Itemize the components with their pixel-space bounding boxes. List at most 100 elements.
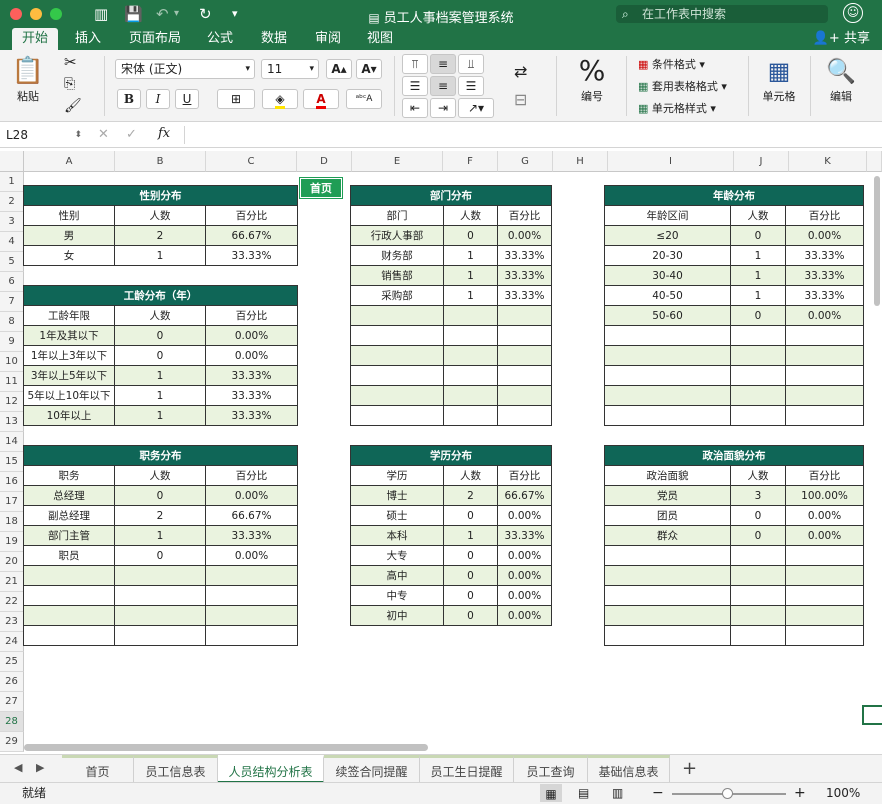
table-cell[interactable]: 100.00% [784, 485, 865, 506]
align-left-icon[interactable]: ☰ [402, 76, 428, 96]
table-cell[interactable] [730, 345, 786, 366]
table-cell[interactable]: 5年以上10年以下 [23, 385, 115, 406]
column-header-cell[interactable]: 人数 [443, 465, 498, 486]
table-cell[interactable]: 0.00% [204, 545, 299, 566]
table-cell[interactable] [604, 565, 731, 586]
column-header[interactable]: J [734, 151, 789, 172]
tab-insert[interactable]: 插入 [70, 28, 106, 50]
tab-view[interactable]: 视图 [362, 28, 398, 50]
table-cell[interactable]: 0.00% [784, 305, 865, 326]
table-cell[interactable] [784, 625, 865, 646]
align-right-icon[interactable]: ☰ [458, 76, 484, 96]
table-cell[interactable] [604, 345, 731, 366]
sheet-tab-home[interactable]: 首页 [62, 755, 134, 783]
column-header-cell[interactable]: 职务 [23, 465, 115, 486]
row-header[interactable]: 26 [0, 672, 24, 692]
row-header[interactable]: 4 [0, 232, 24, 252]
column-header-cell[interactable]: 部门 [350, 205, 444, 226]
column-header[interactable]: E [352, 151, 443, 172]
row-header[interactable]: 27 [0, 692, 24, 712]
vertical-scrollbar[interactable] [874, 176, 880, 306]
table-cell[interactable]: 1 [114, 245, 206, 266]
table-cell[interactable]: 0.00% [496, 585, 553, 606]
table-cell[interactable]: 0 [114, 545, 206, 566]
share-button[interactable]: 👤+ 共享 [813, 28, 870, 49]
prev-sheet-icon[interactable]: ◀ [14, 761, 22, 774]
font-size-select[interactable]: 11 ▾ [261, 59, 319, 79]
table-cell[interactable] [443, 305, 498, 326]
table-cell[interactable]: 66.67% [204, 505, 299, 526]
tab-data[interactable]: 数据 [256, 28, 292, 50]
row-header[interactable]: 18 [0, 512, 24, 532]
feedback-smiley-icon[interactable]: ☺ [843, 3, 863, 23]
table-cell[interactable]: 0 [730, 225, 786, 246]
table-cell[interactable] [204, 605, 299, 626]
table-cell[interactable] [443, 385, 498, 406]
table-cell[interactable] [730, 545, 786, 566]
page-break-view-icon[interactable]: ▥ [612, 783, 623, 804]
font-color-button[interactable]: A [303, 89, 339, 109]
table-cell[interactable] [443, 405, 498, 426]
table-cell[interactable]: 初中 [350, 605, 444, 626]
table-cell[interactable] [350, 305, 444, 326]
phonetic-guide-icon[interactable]: ᵃᵇᶜA [346, 89, 382, 109]
table-cell[interactable] [350, 385, 444, 406]
table-cell[interactable]: 0.00% [496, 565, 553, 586]
column-header-cell[interactable]: 学历 [350, 465, 444, 486]
table-cell[interactable]: 1 [443, 245, 498, 266]
table-cell[interactable]: 1 [114, 365, 206, 386]
column-header-cell[interactable]: 百分比 [204, 465, 299, 486]
table-cell[interactable]: 0 [114, 345, 206, 366]
table-cell[interactable]: 中专 [350, 585, 444, 606]
table-cell[interactable]: 采购部 [350, 285, 444, 306]
row-header[interactable]: 8 [0, 312, 24, 332]
table-cell[interactable]: 0 [730, 525, 786, 546]
row-header[interactable]: 23 [0, 612, 24, 632]
table-cell[interactable]: 2 [443, 485, 498, 506]
table-cell[interactable]: 66.67% [496, 485, 553, 506]
table-cell[interactable]: 1 [114, 385, 206, 406]
column-header[interactable]: F [443, 151, 498, 172]
table-cell[interactable] [730, 565, 786, 586]
table-cell[interactable]: 党员 [604, 485, 731, 506]
row-header[interactable]: 21 [0, 572, 24, 592]
table-cell[interactable] [350, 365, 444, 386]
column-header-cell[interactable]: 人数 [443, 205, 498, 226]
column-header-cell[interactable]: 年龄区间 [604, 205, 731, 226]
sheet-tab-basic-info[interactable]: 基础信息表 [588, 755, 670, 783]
sheet-tab-structure-analysis[interactable]: 人员结构分析表 [218, 755, 324, 783]
row-header[interactable]: 11 [0, 372, 24, 392]
table-cell[interactable] [114, 585, 206, 606]
align-middle-icon[interactable]: ≡ [430, 54, 456, 74]
table-cell[interactable] [730, 605, 786, 626]
text-orientation-icon[interactable]: ↗▾ [458, 98, 494, 118]
row-header[interactable]: 24 [0, 632, 24, 652]
sheet-tab-employee-query[interactable]: 员工查询 [514, 755, 588, 783]
table-cell[interactable]: 1 [114, 405, 206, 426]
table-cell[interactable]: 1 [730, 265, 786, 286]
column-header-cell[interactable]: 人数 [114, 465, 206, 486]
table-cell[interactable] [443, 345, 498, 366]
table-cell[interactable]: 33.33% [204, 245, 299, 266]
tab-formulas[interactable]: 公式 [202, 28, 238, 50]
cut-icon[interactable]: ✂ [64, 53, 77, 71]
table-cell[interactable]: 0.00% [496, 505, 553, 526]
zoom-slider-thumb[interactable] [722, 788, 733, 799]
font-name-select[interactable]: 宋体 (正文) ▾ [115, 59, 255, 79]
table-cell[interactable]: 0.00% [496, 605, 553, 626]
column-header[interactable]: H [553, 151, 608, 172]
table-cell[interactable] [730, 625, 786, 646]
horizontal-scrollbar[interactable] [24, 744, 428, 751]
table-cell[interactable]: 女 [23, 245, 115, 266]
table-cell[interactable] [604, 545, 731, 566]
row-header[interactable]: 9 [0, 332, 24, 352]
table-cell[interactable] [604, 405, 731, 426]
column-header[interactable]: I [608, 151, 734, 172]
table-cell[interactable]: 1 [443, 265, 498, 286]
row-header[interactable]: 16 [0, 472, 24, 492]
row-header[interactable]: 14 [0, 432, 24, 452]
table-cell[interactable] [604, 585, 731, 606]
row-header[interactable]: 12 [0, 392, 24, 412]
table-cell[interactable]: 博士 [350, 485, 444, 506]
table-cell[interactable]: 2 [114, 225, 206, 246]
